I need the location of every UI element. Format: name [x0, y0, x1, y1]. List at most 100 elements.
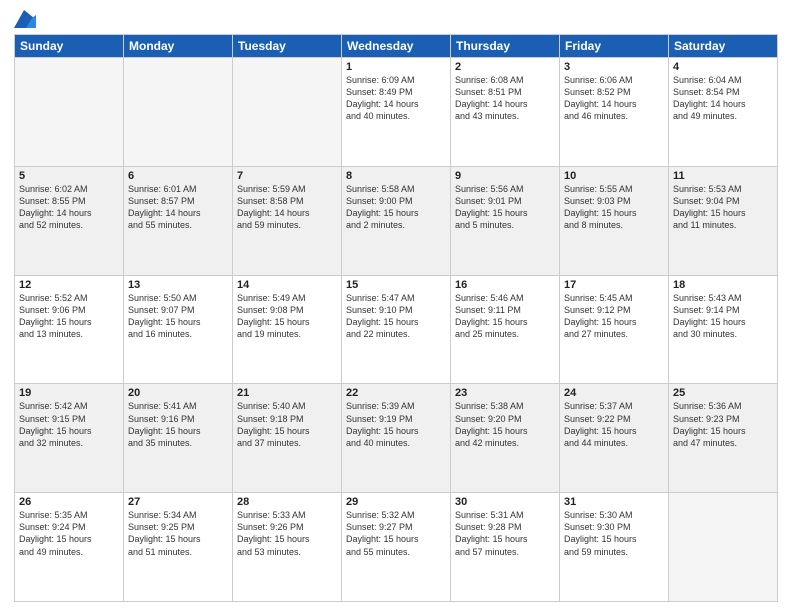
day-info: Sunrise: 5:37 AM Sunset: 9:22 PM Dayligh… [564, 400, 664, 449]
day-number: 11 [673, 170, 773, 182]
day-header-tuesday: Tuesday [233, 35, 342, 58]
day-number: 1 [346, 61, 446, 73]
week-row-2: 5Sunrise: 6:02 AM Sunset: 8:55 PM Daylig… [15, 166, 778, 275]
calendar-cell: 15Sunrise: 5:47 AM Sunset: 9:10 PM Dayli… [342, 275, 451, 384]
day-header-thursday: Thursday [451, 35, 560, 58]
week-row-4: 19Sunrise: 5:42 AM Sunset: 9:15 PM Dayli… [15, 384, 778, 493]
day-info: Sunrise: 5:41 AM Sunset: 9:16 PM Dayligh… [128, 400, 228, 449]
calendar-cell: 7Sunrise: 5:59 AM Sunset: 8:58 PM Daylig… [233, 166, 342, 275]
day-number: 12 [19, 279, 119, 291]
day-number: 25 [673, 387, 773, 399]
day-number: 9 [455, 170, 555, 182]
header [14, 10, 778, 28]
day-number: 23 [455, 387, 555, 399]
day-number: 14 [237, 279, 337, 291]
day-header-wednesday: Wednesday [342, 35, 451, 58]
day-info: Sunrise: 5:53 AM Sunset: 9:04 PM Dayligh… [673, 183, 773, 232]
calendar-cell: 21Sunrise: 5:40 AM Sunset: 9:18 PM Dayli… [233, 384, 342, 493]
day-info: Sunrise: 5:32 AM Sunset: 9:27 PM Dayligh… [346, 509, 446, 558]
day-info: Sunrise: 5:47 AM Sunset: 9:10 PM Dayligh… [346, 292, 446, 341]
calendar-cell: 25Sunrise: 5:36 AM Sunset: 9:23 PM Dayli… [669, 384, 778, 493]
day-info: Sunrise: 5:52 AM Sunset: 9:06 PM Dayligh… [19, 292, 119, 341]
calendar-cell: 23Sunrise: 5:38 AM Sunset: 9:20 PM Dayli… [451, 384, 560, 493]
day-info: Sunrise: 5:31 AM Sunset: 9:28 PM Dayligh… [455, 509, 555, 558]
day-info: Sunrise: 5:36 AM Sunset: 9:23 PM Dayligh… [673, 400, 773, 449]
day-number: 3 [564, 61, 664, 73]
day-number: 26 [19, 496, 119, 508]
calendar-cell: 16Sunrise: 5:46 AM Sunset: 9:11 PM Dayli… [451, 275, 560, 384]
day-number: 2 [455, 61, 555, 73]
day-number: 17 [564, 279, 664, 291]
calendar-cell: 22Sunrise: 5:39 AM Sunset: 9:19 PM Dayli… [342, 384, 451, 493]
calendar-cell [124, 58, 233, 167]
calendar-cell: 14Sunrise: 5:49 AM Sunset: 9:08 PM Dayli… [233, 275, 342, 384]
day-info: Sunrise: 5:46 AM Sunset: 9:11 PM Dayligh… [455, 292, 555, 341]
day-info: Sunrise: 5:30 AM Sunset: 9:30 PM Dayligh… [564, 509, 664, 558]
day-number: 31 [564, 496, 664, 508]
day-info: Sunrise: 5:55 AM Sunset: 9:03 PM Dayligh… [564, 183, 664, 232]
calendar-cell: 6Sunrise: 6:01 AM Sunset: 8:57 PM Daylig… [124, 166, 233, 275]
day-info: Sunrise: 5:33 AM Sunset: 9:26 PM Dayligh… [237, 509, 337, 558]
calendar-cell: 5Sunrise: 6:02 AM Sunset: 8:55 PM Daylig… [15, 166, 124, 275]
calendar-cell: 30Sunrise: 5:31 AM Sunset: 9:28 PM Dayli… [451, 493, 560, 602]
day-info: Sunrise: 5:50 AM Sunset: 9:07 PM Dayligh… [128, 292, 228, 341]
calendar-cell [233, 58, 342, 167]
calendar-cell: 19Sunrise: 5:42 AM Sunset: 9:15 PM Dayli… [15, 384, 124, 493]
calendar-cell: 28Sunrise: 5:33 AM Sunset: 9:26 PM Dayli… [233, 493, 342, 602]
day-number: 29 [346, 496, 446, 508]
day-number: 27 [128, 496, 228, 508]
calendar-cell: 29Sunrise: 5:32 AM Sunset: 9:27 PM Dayli… [342, 493, 451, 602]
calendar-cell: 11Sunrise: 5:53 AM Sunset: 9:04 PM Dayli… [669, 166, 778, 275]
day-number: 20 [128, 387, 228, 399]
logo-icon [14, 10, 36, 28]
calendar-cell: 18Sunrise: 5:43 AM Sunset: 9:14 PM Dayli… [669, 275, 778, 384]
calendar-cell: 1Sunrise: 6:09 AM Sunset: 8:49 PM Daylig… [342, 58, 451, 167]
calendar-cell: 24Sunrise: 5:37 AM Sunset: 9:22 PM Dayli… [560, 384, 669, 493]
calendar-cell: 20Sunrise: 5:41 AM Sunset: 9:16 PM Dayli… [124, 384, 233, 493]
day-number: 22 [346, 387, 446, 399]
calendar-cell: 4Sunrise: 6:04 AM Sunset: 8:54 PM Daylig… [669, 58, 778, 167]
day-number: 16 [455, 279, 555, 291]
calendar-cell: 17Sunrise: 5:45 AM Sunset: 9:12 PM Dayli… [560, 275, 669, 384]
day-info: Sunrise: 5:49 AM Sunset: 9:08 PM Dayligh… [237, 292, 337, 341]
days-header-row: SundayMondayTuesdayWednesdayThursdayFrid… [15, 35, 778, 58]
day-info: Sunrise: 6:08 AM Sunset: 8:51 PM Dayligh… [455, 74, 555, 123]
calendar-cell: 8Sunrise: 5:58 AM Sunset: 9:00 PM Daylig… [342, 166, 451, 275]
day-number: 10 [564, 170, 664, 182]
day-info: Sunrise: 5:38 AM Sunset: 9:20 PM Dayligh… [455, 400, 555, 449]
day-number: 8 [346, 170, 446, 182]
calendar-cell: 3Sunrise: 6:06 AM Sunset: 8:52 PM Daylig… [560, 58, 669, 167]
calendar-cell: 9Sunrise: 5:56 AM Sunset: 9:01 PM Daylig… [451, 166, 560, 275]
page: SundayMondayTuesdayWednesdayThursdayFrid… [0, 0, 792, 612]
day-info: Sunrise: 5:59 AM Sunset: 8:58 PM Dayligh… [237, 183, 337, 232]
day-info: Sunrise: 6:02 AM Sunset: 8:55 PM Dayligh… [19, 183, 119, 232]
calendar-cell: 2Sunrise: 6:08 AM Sunset: 8:51 PM Daylig… [451, 58, 560, 167]
day-number: 18 [673, 279, 773, 291]
day-info: Sunrise: 5:34 AM Sunset: 9:25 PM Dayligh… [128, 509, 228, 558]
day-number: 4 [673, 61, 773, 73]
logo-text [14, 10, 36, 28]
calendar-cell: 27Sunrise: 5:34 AM Sunset: 9:25 PM Dayli… [124, 493, 233, 602]
week-row-3: 12Sunrise: 5:52 AM Sunset: 9:06 PM Dayli… [15, 275, 778, 384]
day-number: 15 [346, 279, 446, 291]
day-number: 5 [19, 170, 119, 182]
day-header-friday: Friday [560, 35, 669, 58]
day-info: Sunrise: 5:39 AM Sunset: 9:19 PM Dayligh… [346, 400, 446, 449]
day-number: 28 [237, 496, 337, 508]
day-info: Sunrise: 6:01 AM Sunset: 8:57 PM Dayligh… [128, 183, 228, 232]
logo [14, 10, 36, 28]
day-number: 21 [237, 387, 337, 399]
day-number: 13 [128, 279, 228, 291]
day-number: 30 [455, 496, 555, 508]
day-number: 6 [128, 170, 228, 182]
day-header-monday: Monday [124, 35, 233, 58]
day-number: 7 [237, 170, 337, 182]
day-info: Sunrise: 5:56 AM Sunset: 9:01 PM Dayligh… [455, 183, 555, 232]
calendar-cell [15, 58, 124, 167]
calendar: SundayMondayTuesdayWednesdayThursdayFrid… [14, 34, 778, 602]
day-number: 19 [19, 387, 119, 399]
calendar-cell: 13Sunrise: 5:50 AM Sunset: 9:07 PM Dayli… [124, 275, 233, 384]
calendar-cell: 12Sunrise: 5:52 AM Sunset: 9:06 PM Dayli… [15, 275, 124, 384]
calendar-cell [669, 493, 778, 602]
week-row-1: 1Sunrise: 6:09 AM Sunset: 8:49 PM Daylig… [15, 58, 778, 167]
